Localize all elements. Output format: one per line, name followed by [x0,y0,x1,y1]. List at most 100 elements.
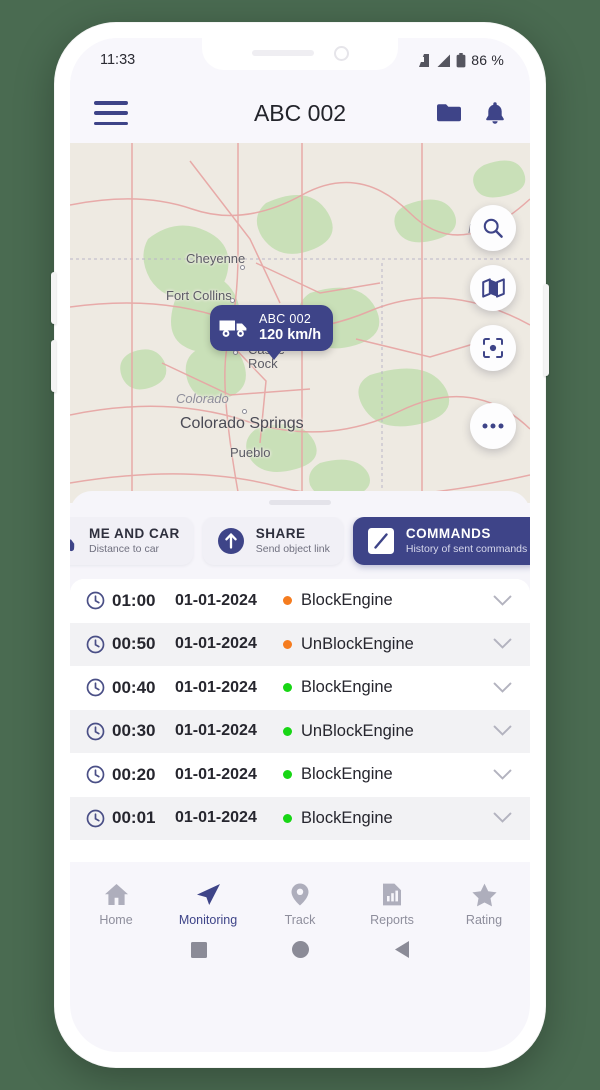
report-icon [383,883,401,906]
navigation-icon [197,884,220,905]
home-icon [104,884,128,905]
bottom-sheet: ME AND CAR Distance to car SHARE Send ob… [70,491,530,862]
table-row[interactable]: 00:30 01-01-2024 UnBlockEngine [70,709,530,753]
clock-icon [86,765,105,784]
folder-icon[interactable] [436,102,462,124]
battery-icon [456,52,466,67]
nav-item-rating[interactable]: Rating [438,876,530,931]
chevron-down-icon[interactable] [493,638,512,650]
nav-item-reports[interactable]: Reports [346,876,438,931]
ellipsis-icon [482,423,504,429]
tooltip-vehicle-name: ABC 002 [259,312,312,326]
clock-icon [86,722,105,741]
bell-icon[interactable] [484,101,506,125]
nav-label: Rating [465,913,503,927]
circle-icon [292,941,310,958]
app-header: ABC 002 [70,83,530,143]
map-label-pueblo: Pueblo [230,445,271,460]
table-row[interactable]: 00:20 01-01-2024 BlockEngine [70,753,530,797]
square-icon [190,941,207,958]
table-row[interactable]: 00:40 01-01-2024 BlockEngine [70,666,530,710]
row-command-name: BlockEngine [301,808,393,827]
map-pin-icon [291,883,309,906]
row-command-name: UnBlockEngine [301,721,414,740]
status-time: 11:33 [100,52,136,68]
map-icon [481,278,505,298]
table-row[interactable]: 01:00 01-01-2024 BlockEngine [70,579,530,623]
search-fab[interactable] [470,205,516,251]
action-card-carousel[interactable]: ME AND CAR Distance to car SHARE Send ob… [70,517,530,579]
map-label-cheyenne: Cheyenne [186,251,246,266]
nav-label: Monitoring [178,913,238,927]
focus-target-icon [483,338,503,358]
row-date: 01-01-2024 [175,678,257,696]
row-date: 01-01-2024 [175,809,257,827]
card-text: COMMANDS History of sent commands [406,526,527,556]
nav-item-track[interactable]: Track [254,876,346,931]
hamburger-menu-icon[interactable] [94,101,128,125]
recents-button[interactable] [190,941,207,963]
table-row[interactable]: 00:01 01-01-2024 BlockEngine [70,796,530,840]
nav-label: Reports [370,913,414,927]
more-fab[interactable] [470,403,516,449]
sheet-drag-handle[interactable] [269,500,331,505]
battery-percentage: 86 % [471,52,504,68]
triangle-left-icon [395,941,410,958]
row-command-name: BlockEngine [301,765,393,784]
volume-up-button[interactable] [51,272,56,324]
status-badge [283,639,292,649]
map-label-fort-collins: Fort Collins [166,288,232,303]
status-badge [283,770,292,780]
notch [202,38,398,70]
action-card-share[interactable]: SHARE Send object link [202,517,343,565]
row-time: 00:20 [112,764,156,784]
power-button[interactable] [544,284,549,376]
chevron-down-icon[interactable] [493,595,512,607]
back-button[interactable] [395,941,410,963]
chevron-down-icon[interactable] [493,725,512,737]
status-badge [283,596,292,606]
status-badge [283,726,292,736]
row-command-name: BlockEngine [301,591,393,610]
row-time: 00:30 [112,721,156,741]
map-view[interactable]: Cheyenne Fort Collins Castle Rock Colora… [70,143,530,503]
vehicle-tooltip[interactable]: ABC 002 120 km/h [210,305,334,361]
row-time: 00:01 [112,808,156,828]
nav-item-monitoring[interactable]: Monitoring [162,876,254,931]
nav-label: Home [99,913,133,927]
commands-history-panel: 01:00 01-01-2024 BlockEngine 00:50 01-01… [70,579,530,862]
card-title: SHARE [255,526,306,541]
chevron-down-icon[interactable] [493,769,512,781]
nav-item-home[interactable]: Home [70,876,162,931]
front-camera-icon [333,45,349,61]
bottom-nav: Home Monitoring Track Reports Rating [70,876,530,931]
share-arrow-icon [216,526,246,556]
row-time: 00:40 [112,677,156,697]
locate-fab[interactable] [470,325,516,371]
clock-icon [86,809,105,828]
volume-down-button[interactable] [51,340,56,392]
row-date: 01-01-2024 [175,722,257,740]
action-card-me-and-car[interactable]: ME AND CAR Distance to car [70,517,193,565]
chevron-down-icon[interactable] [493,682,512,694]
status-bar: 11:33 86 % [70,38,530,83]
status-badge [283,683,292,693]
row-time: 00:50 [112,634,156,654]
card-title: COMMANDS [405,526,491,541]
card-subtitle: Send object link [255,542,330,555]
phone-frame: 11:33 86 % ABC 002 Cheyenne Fort Collins… [51,22,549,1068]
card-text: ME AND CAR Distance to car [89,526,180,556]
truck-icon [219,320,247,338]
layers-fab[interactable] [470,265,516,311]
command-slash-icon [366,526,396,556]
chevron-down-icon[interactable] [493,812,512,824]
bottom-nav-area: Home Monitoring Track Reports Rating [70,862,530,975]
header-actions [436,101,506,125]
nav-label: Track [284,913,316,927]
car-distance-icon [70,528,79,554]
home-button[interactable] [292,941,310,963]
tooltip-text: ABC 002 120 km/h [259,312,321,344]
table-row[interactable]: 00:50 01-01-2024 UnBlockEngine [70,622,530,666]
clock-icon [86,678,105,697]
action-card-commands[interactable]: COMMANDS History of sent commands [352,517,530,565]
